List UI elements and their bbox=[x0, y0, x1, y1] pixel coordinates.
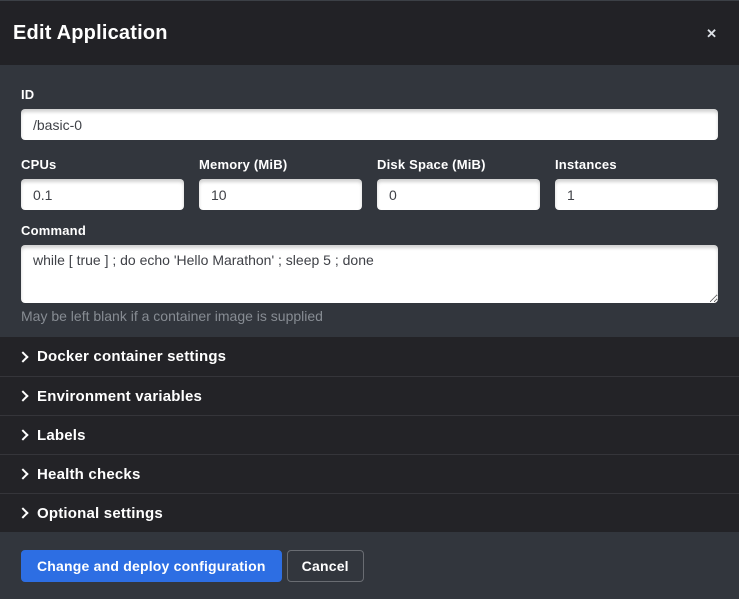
chevron-right-icon bbox=[17, 468, 28, 479]
id-field-group: ID bbox=[21, 87, 718, 140]
id-input[interactable] bbox=[21, 109, 718, 140]
section-docker-container-settings[interactable]: Docker container settings bbox=[0, 337, 739, 376]
command-textarea[interactable]: while [ true ] ; do echo 'Hello Marathon… bbox=[21, 245, 718, 303]
section-optional-settings[interactable]: Optional settings bbox=[0, 493, 739, 532]
id-label: ID bbox=[21, 87, 718, 102]
section-labels[interactable]: Labels bbox=[0, 415, 739, 454]
memory-label: Memory (MiB) bbox=[199, 157, 362, 172]
memory-field-group: Memory (MiB) bbox=[199, 157, 362, 210]
modal-title: Edit Application bbox=[13, 22, 700, 45]
section-environment-variables[interactable]: Environment variables bbox=[0, 376, 739, 415]
modal-header: Edit Application ✕ bbox=[0, 1, 739, 65]
section-label: Environment variables bbox=[37, 388, 202, 405]
command-label: Command bbox=[21, 223, 718, 238]
command-field-group: Command while [ true ] ; do echo 'Hello … bbox=[21, 223, 718, 324]
section-label: Optional settings bbox=[37, 505, 163, 522]
close-icon[interactable]: ✕ bbox=[700, 23, 723, 44]
section-label: Docker container settings bbox=[37, 348, 226, 365]
accordion-sections: Docker container settings Environment va… bbox=[0, 337, 739, 532]
cpus-input[interactable] bbox=[21, 179, 184, 210]
disk-field-group: Disk Space (MiB) bbox=[377, 157, 540, 210]
disk-input[interactable] bbox=[377, 179, 540, 210]
instances-input[interactable] bbox=[555, 179, 718, 210]
chevron-right-icon bbox=[17, 390, 28, 401]
cpus-field-group: CPUs bbox=[21, 157, 184, 210]
section-label: Health checks bbox=[37, 466, 140, 483]
disk-label: Disk Space (MiB) bbox=[377, 157, 540, 172]
section-health-checks[interactable]: Health checks bbox=[0, 454, 739, 493]
cancel-button[interactable]: Cancel bbox=[287, 550, 364, 582]
instances-field-group: Instances bbox=[555, 157, 718, 210]
command-help-text: May be left blank if a container image i… bbox=[21, 308, 718, 324]
chevron-right-icon bbox=[17, 507, 28, 518]
chevron-right-icon bbox=[17, 429, 28, 440]
memory-input[interactable] bbox=[199, 179, 362, 210]
chevron-right-icon bbox=[17, 351, 28, 362]
instances-label: Instances bbox=[555, 157, 718, 172]
modal-footer: Change and deploy configuration Cancel bbox=[0, 532, 739, 599]
modal-form: ID CPUs Memory (MiB) Disk Space (MiB) In… bbox=[0, 65, 739, 337]
resources-row: CPUs Memory (MiB) Disk Space (MiB) Insta… bbox=[21, 157, 718, 210]
section-label: Labels bbox=[37, 427, 86, 444]
change-and-deploy-button[interactable]: Change and deploy configuration bbox=[21, 550, 282, 582]
cpus-label: CPUs bbox=[21, 157, 184, 172]
edit-application-modal: Edit Application ✕ ID CPUs Memory (MiB) … bbox=[0, 0, 739, 599]
